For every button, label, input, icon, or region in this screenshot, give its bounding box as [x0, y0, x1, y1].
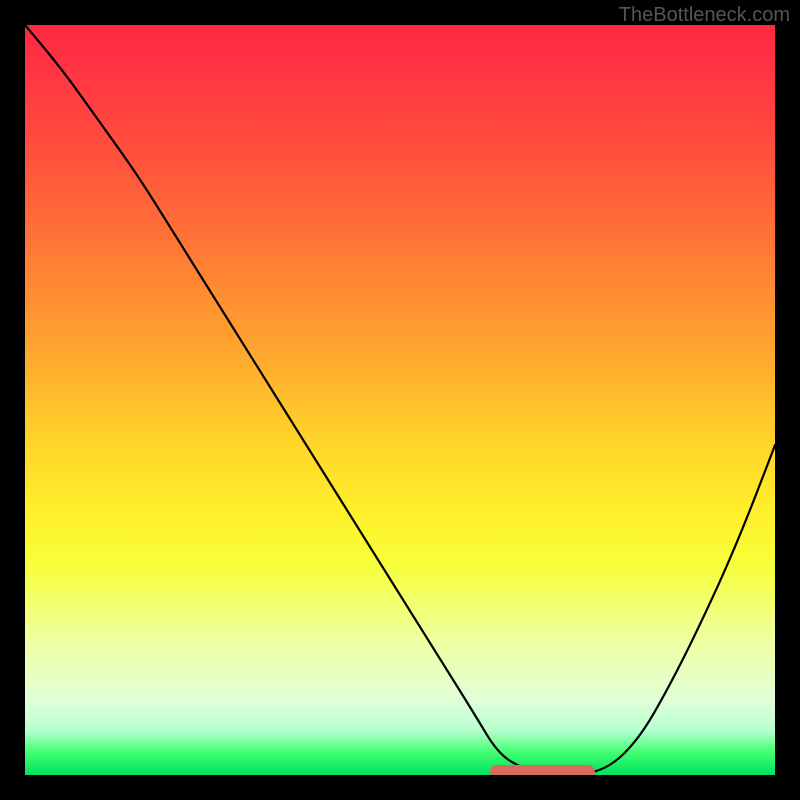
- watermark-text: TheBottleneck.com: [619, 4, 790, 27]
- curve-svg: [25, 25, 775, 775]
- plot-area: [25, 25, 775, 775]
- bottleneck-curve: [25, 25, 775, 775]
- optimal-range-marker: [490, 765, 595, 775]
